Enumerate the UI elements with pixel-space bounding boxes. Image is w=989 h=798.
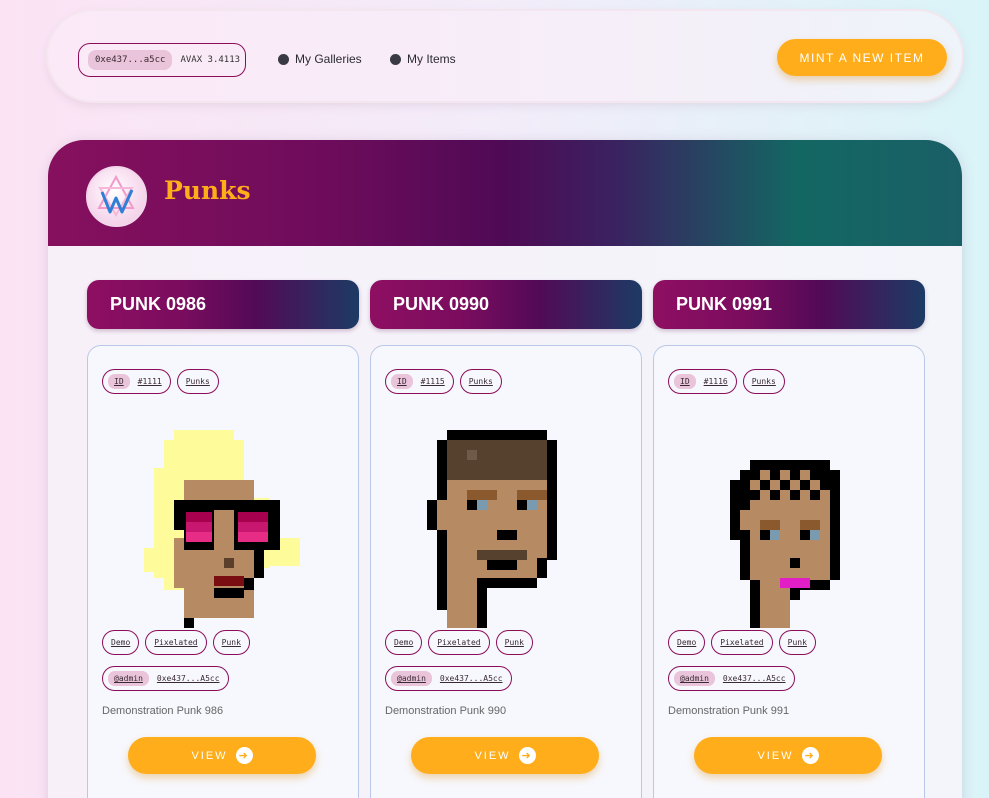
nav-my-galleries-label: My Galleries bbox=[295, 52, 362, 66]
view-label: VIEW bbox=[474, 749, 511, 762]
arrow-right-circle-icon: ➜ bbox=[235, 747, 253, 764]
nav-my-galleries[interactable]: My Galleries bbox=[278, 52, 362, 66]
owner-tag[interactable]: @admin 0xe437...A5cc bbox=[385, 666, 512, 691]
view-item-button[interactable]: VIEW ➜ bbox=[694, 737, 882, 774]
mint-new-item-button[interactable]: MINT A NEW ITEM bbox=[777, 39, 947, 76]
item-id-tag[interactable]: ID #1111 bbox=[102, 369, 171, 394]
item-description: Demonstration Punk 986 bbox=[102, 705, 224, 717]
keyword-tag[interactable]: Demo bbox=[668, 630, 706, 655]
keyword-tag[interactable]: Punk bbox=[495, 630, 533, 655]
keyword-tag[interactable]: Demo bbox=[102, 630, 140, 655]
owner-address: 0xe437...A5cc bbox=[439, 674, 503, 683]
punk-image[interactable] bbox=[371, 408, 641, 628]
owner-role: @admin bbox=[674, 671, 715, 686]
keyword-tag[interactable]: Pixelated bbox=[711, 630, 773, 655]
item-card-column: PUNK 0991 ID #1116 Punks Demo Pixelated … bbox=[653, 280, 925, 798]
wallet-balance: AVAX 3.4113 bbox=[180, 55, 241, 65]
keyword-tag[interactable]: Pixelated bbox=[428, 630, 490, 655]
id-value: #1116 bbox=[703, 377, 728, 386]
item-card: ID #1116 Punks Demo Pixelated Punk @admi… bbox=[653, 345, 925, 798]
id-value: #1111 bbox=[137, 377, 162, 386]
view-item-button[interactable]: VIEW ➜ bbox=[128, 737, 316, 774]
id-label: ID bbox=[674, 374, 696, 389]
item-card: ID #1115 Punks Demo Pixelated Punk @admi… bbox=[370, 345, 642, 798]
item-description: Demonstration Punk 990 bbox=[385, 705, 507, 717]
id-label: ID bbox=[391, 374, 413, 389]
collection-tag[interactable]: Punks bbox=[176, 369, 219, 394]
item-card-column: PUNK 0986 ID #1111 Punks Demo Pixelated … bbox=[87, 280, 359, 798]
id-value: #1115 bbox=[420, 377, 445, 386]
item-id-tag[interactable]: ID #1115 bbox=[385, 369, 454, 394]
item-id-tag[interactable]: ID #1116 bbox=[668, 369, 737, 394]
collection-tag[interactable]: Punks bbox=[459, 369, 502, 394]
keyword-tag[interactable]: Punk bbox=[778, 630, 816, 655]
punk-image[interactable] bbox=[88, 408, 358, 628]
view-label: VIEW bbox=[757, 749, 794, 762]
arrow-right-circle-icon: ➜ bbox=[801, 747, 819, 764]
owner-role: @admin bbox=[391, 671, 432, 686]
gallery-title: Punks bbox=[164, 176, 251, 205]
keyword-tag[interactable]: Pixelated bbox=[145, 630, 207, 655]
id-label: ID bbox=[108, 374, 130, 389]
dot-icon bbox=[390, 53, 401, 65]
owner-address: 0xe437...A5cc bbox=[722, 674, 786, 683]
item-card-title[interactable]: PUNK 0991 bbox=[653, 280, 925, 329]
top-navigation: 0xe437...a5cc AVAX 3.4113 My Galleries M… bbox=[48, 11, 962, 101]
keyword-tag[interactable]: Demo bbox=[385, 630, 423, 655]
item-card-title[interactable]: PUNK 0986 bbox=[87, 280, 359, 329]
owner-tag[interactable]: @admin 0xe437...A5cc bbox=[102, 666, 229, 691]
gallery-header: Punks bbox=[48, 140, 962, 246]
gallery-logo-icon bbox=[86, 166, 147, 227]
item-card: ID #1111 Punks Demo Pixelated Punk @admi… bbox=[87, 345, 359, 798]
item-description: Demonstration Punk 991 bbox=[668, 705, 790, 717]
dot-icon bbox=[278, 53, 289, 65]
nav-my-items-label: My Items bbox=[407, 52, 456, 66]
nav-my-items[interactable]: My Items bbox=[390, 52, 456, 66]
item-card-column: PUNK 0990 ID #1115 Punks Demo Pixelated … bbox=[370, 280, 642, 798]
wallet-badge[interactable]: 0xe437...a5cc AVAX 3.4113 bbox=[78, 43, 246, 77]
view-label: VIEW bbox=[191, 749, 228, 762]
item-card-title[interactable]: PUNK 0990 bbox=[370, 280, 642, 329]
collection-tag[interactable]: Punks bbox=[742, 369, 785, 394]
owner-address: 0xe437...A5cc bbox=[156, 674, 220, 683]
owner-role: @admin bbox=[108, 671, 149, 686]
owner-tag[interactable]: @admin 0xe437...A5cc bbox=[668, 666, 795, 691]
keyword-tag[interactable]: Punk bbox=[212, 630, 250, 655]
punk-image[interactable] bbox=[654, 408, 924, 628]
wallet-address: 0xe437...a5cc bbox=[88, 50, 173, 70]
view-item-button[interactable]: VIEW ➜ bbox=[411, 737, 599, 774]
arrow-right-circle-icon: ➜ bbox=[518, 747, 536, 764]
